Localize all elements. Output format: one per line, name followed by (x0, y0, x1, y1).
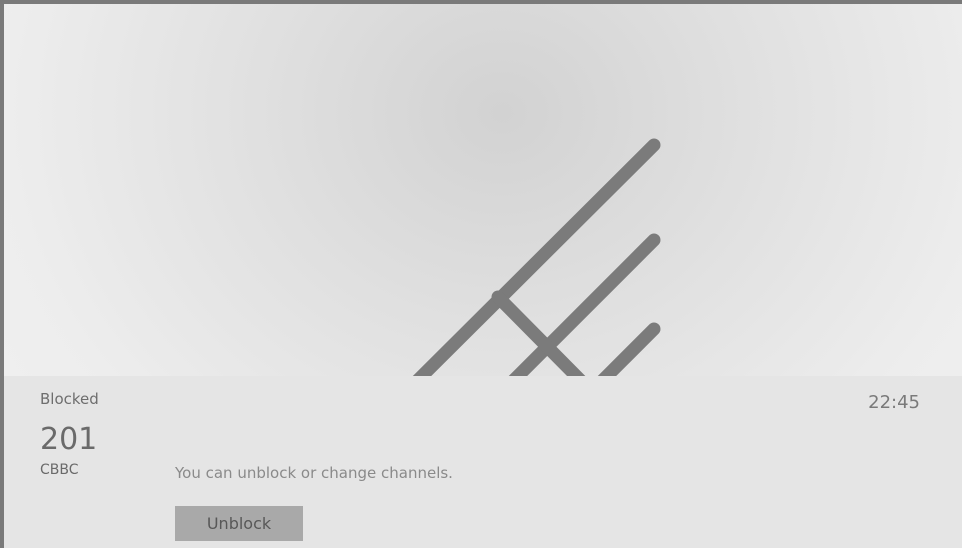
channel-name: CBBC (40, 462, 79, 478)
blocked-channel-screen: Blocked 22:45 201 CBBC You can unblock o… (0, 0, 962, 548)
unblock-message: You can unblock or change channels. (175, 464, 453, 482)
clock-time: 22:45 (868, 392, 920, 413)
channel-number: 201 (40, 422, 98, 457)
blocked-status-label: Blocked (40, 390, 99, 408)
unblock-button[interactable]: Unblock (175, 506, 303, 541)
channel-info-panel: Blocked 22:45 201 CBBC You can unblock o… (4, 376, 962, 548)
